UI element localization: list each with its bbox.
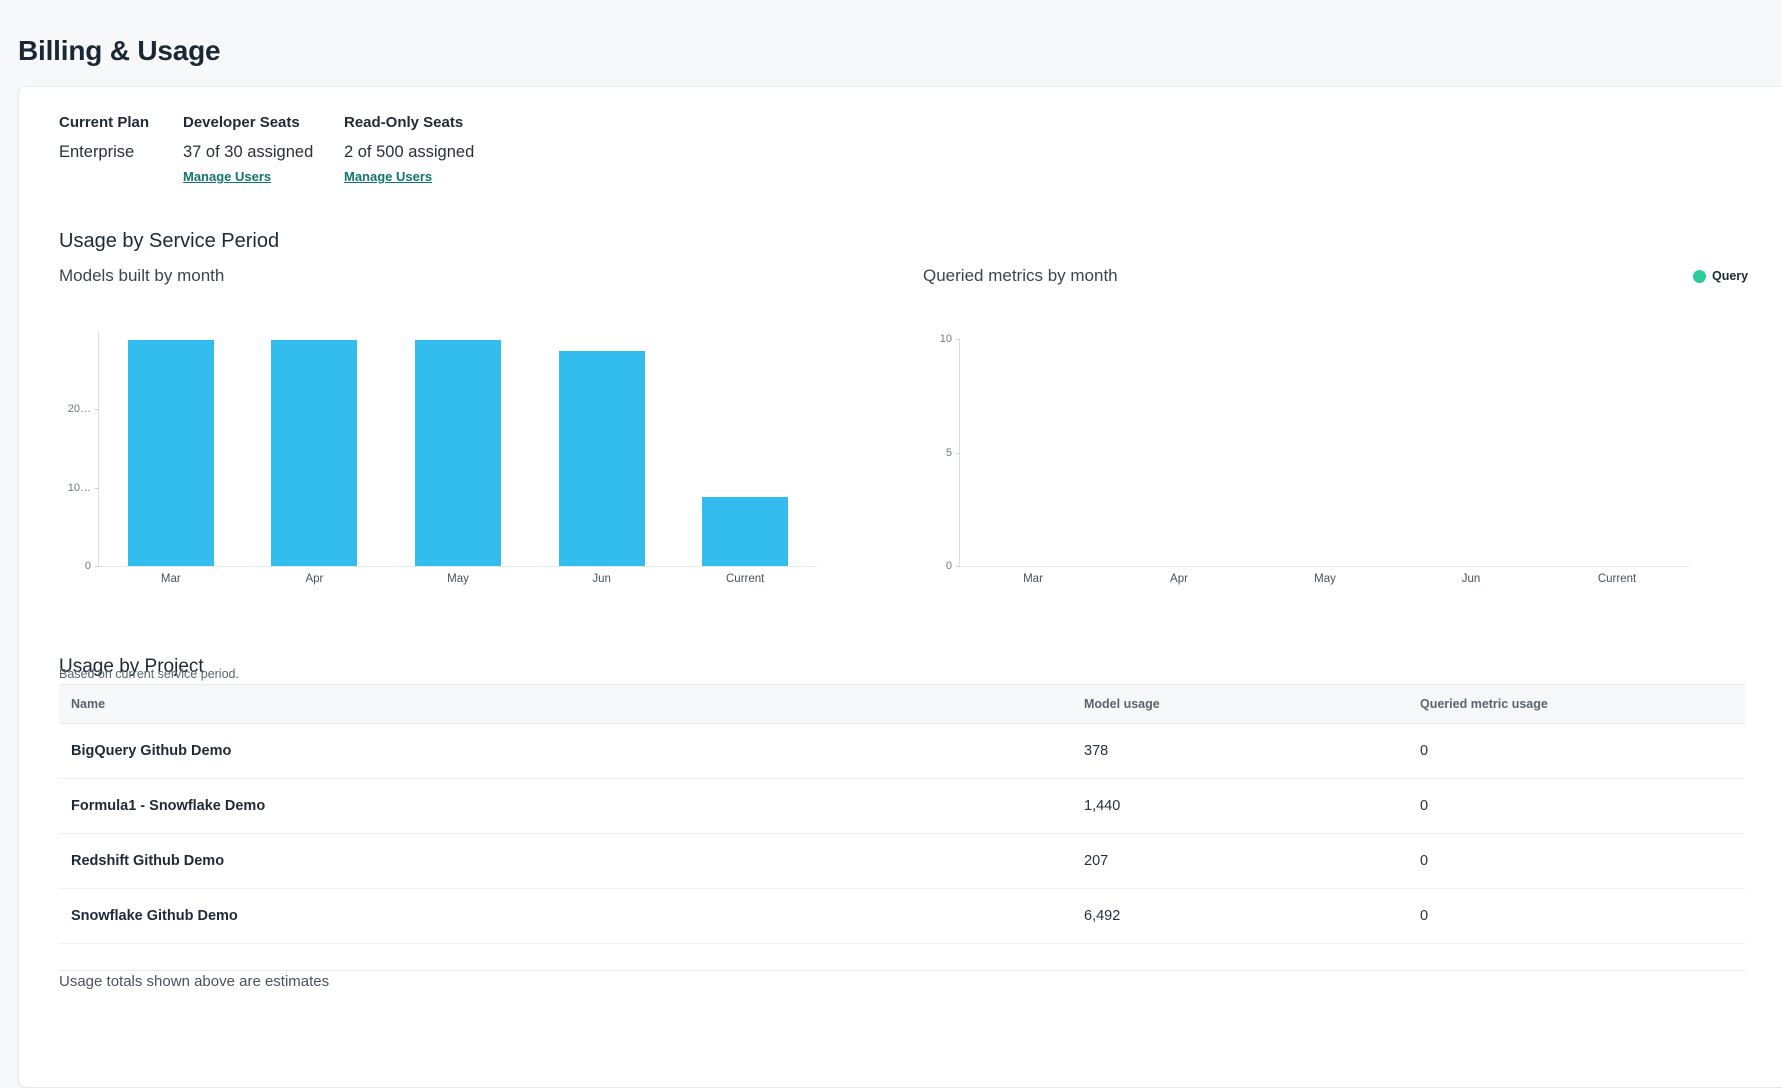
legend-label: Query xyxy=(1712,269,1748,283)
manage-users-link-readonly[interactable]: Manage Users xyxy=(344,169,432,184)
queried-metric-usage-cell: 0 xyxy=(1420,853,1428,869)
chart-title-models-built: Models built by month xyxy=(59,266,224,286)
chart-legend[interactable]: Query xyxy=(1693,269,1748,283)
model-usage-cell: 1,440 xyxy=(1084,798,1120,814)
bar-mar xyxy=(128,340,214,566)
queried-metrics-chart: 0510MarAprMayJunCurrent xyxy=(959,339,1690,567)
queried-metric-usage-cell: 0 xyxy=(1420,908,1428,924)
y-axis-tick-label: 0 xyxy=(894,558,952,574)
y-axis-tick-mark xyxy=(956,339,960,340)
model-usage-cell: 207 xyxy=(1084,853,1108,869)
current-plan-label: Current Plan xyxy=(59,113,149,132)
table-row: Formula1 - Snowflake Demo 1,440 0 xyxy=(59,779,1745,834)
table-row: Redshift Github Demo 207 0 xyxy=(59,834,1745,889)
y-axis-tick-mark xyxy=(95,488,99,489)
y-axis-tick-label: 10… xyxy=(33,480,91,496)
y-axis-tick-label: 0 xyxy=(33,558,91,574)
developer-seats-label: Developer Seats xyxy=(183,113,313,132)
y-axis-tick-mark xyxy=(956,566,960,567)
table-row: Snowflake Github Demo 6,492 0 xyxy=(59,889,1745,944)
manage-users-link-developer[interactable]: Manage Users xyxy=(183,169,271,184)
current-plan-value: Enterprise xyxy=(59,142,149,163)
x-axis-tick-label: Mar xyxy=(983,573,1083,585)
column-header-name: Name xyxy=(71,697,105,711)
table-row: BigQuery Github Demo 378 0 xyxy=(59,724,1745,779)
x-axis-tick-label: May xyxy=(1275,573,1375,585)
x-axis-tick-label: Jun xyxy=(1421,573,1521,585)
y-axis-tick-label: 20… xyxy=(33,401,91,417)
project-name-cell: BigQuery Github Demo xyxy=(71,743,231,759)
project-name-cell: Snowflake Github Demo xyxy=(71,908,238,924)
bar-jun xyxy=(559,351,645,566)
section-title-usage-by-service-period: Usage by Service Period xyxy=(59,230,279,253)
developer-seats-cell: Developer Seats 37 of 30 assigned Manage… xyxy=(183,113,313,186)
x-axis-tick-label: Jun xyxy=(552,573,652,585)
project-name-cell: Redshift Github Demo xyxy=(71,853,224,869)
current-plan-cell: Current Plan Enterprise xyxy=(59,113,149,163)
x-axis-tick-label: Mar xyxy=(121,573,221,585)
readonly-seats-value: 2 of 500 assigned xyxy=(344,142,474,163)
column-header-queried-metric-usage: Queried metric usage xyxy=(1420,697,1548,711)
table-empty-row xyxy=(59,944,1745,971)
projects-subtitle: Based on current service period. xyxy=(59,667,239,681)
y-axis-tick-label: 5 xyxy=(894,445,952,461)
models-built-chart: 010…20…MarAprMayJunCurrent xyxy=(98,331,817,567)
y-axis-tick-label: 10 xyxy=(894,331,952,347)
usage-estimates-footnote: Usage totals shown above are estimates xyxy=(59,973,329,990)
y-axis-tick-mark xyxy=(956,453,960,454)
legend-dot-icon xyxy=(1693,270,1706,283)
x-axis-tick-label: Current xyxy=(1567,573,1667,585)
y-axis-tick-mark xyxy=(95,409,99,410)
model-usage-cell: 378 xyxy=(1084,743,1108,759)
table-header-row: Name Model usage Queried metric usage xyxy=(59,684,1745,724)
x-axis-tick-label: Apr xyxy=(1129,573,1229,585)
readonly-seats-label: Read-Only Seats xyxy=(344,113,474,132)
x-axis-tick-label: May xyxy=(408,573,508,585)
model-usage-cell: 6,492 xyxy=(1084,908,1120,924)
queried-metric-usage-cell: 0 xyxy=(1420,798,1428,814)
x-axis-tick-label: Current xyxy=(695,573,795,585)
readonly-seats-cell: Read-Only Seats 2 of 500 assigned Manage… xyxy=(344,113,474,186)
project-name-cell: Formula1 - Snowflake Demo xyxy=(71,798,265,814)
bar-apr xyxy=(271,340,357,566)
column-header-model-usage: Model usage xyxy=(1084,697,1160,711)
developer-seats-value: 37 of 30 assigned xyxy=(183,142,313,163)
chart-title-queried-metrics: Queried metrics by month xyxy=(923,266,1118,286)
billing-card: Current Plan Enterprise Developer Seats … xyxy=(18,86,1782,1088)
bar-may xyxy=(415,340,501,566)
queried-metric-usage-cell: 0 xyxy=(1420,743,1428,759)
x-axis-tick-label: Apr xyxy=(264,573,364,585)
projects-table: Name Model usage Queried metric usage Bi… xyxy=(59,684,1745,971)
bar-current xyxy=(702,497,788,566)
y-axis-tick-mark xyxy=(95,566,99,567)
table-body: BigQuery Github Demo3780Formula1 - Snowf… xyxy=(59,724,1745,944)
page-title: Billing & Usage xyxy=(18,35,220,67)
